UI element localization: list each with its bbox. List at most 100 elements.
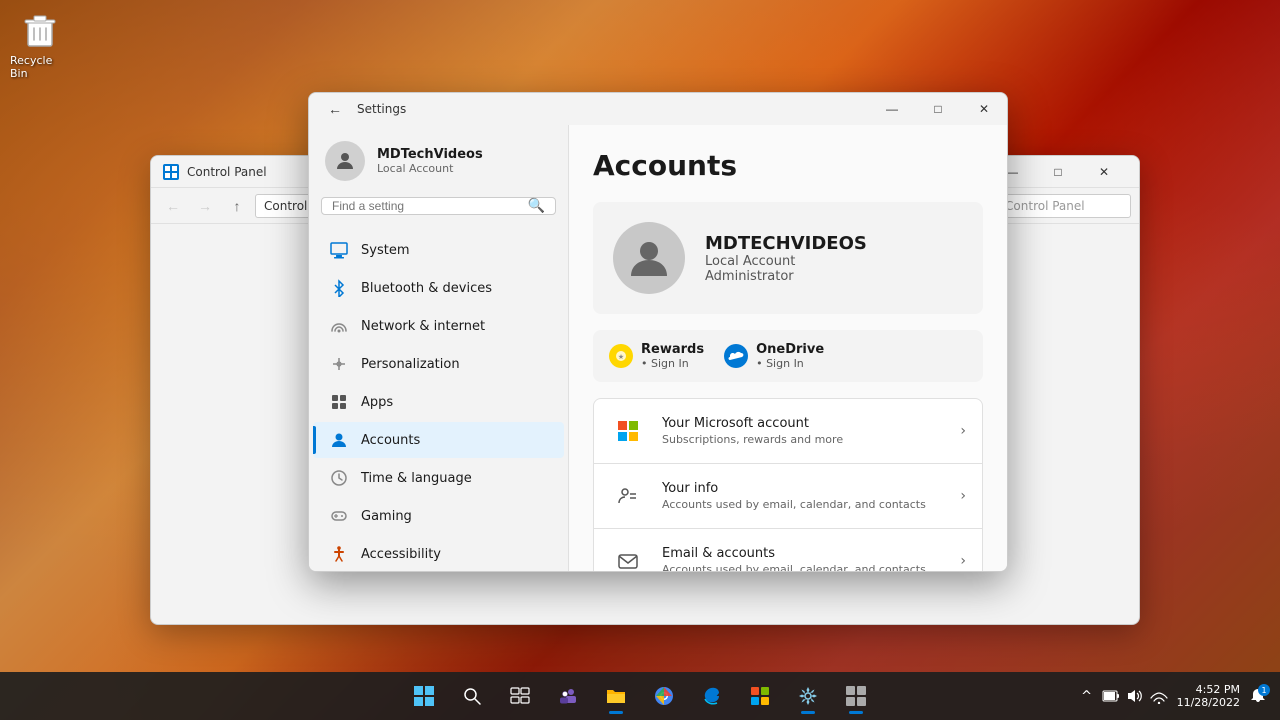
onedrive-service[interactable]: OneDrive Sign In xyxy=(724,342,824,370)
recycle-bin-label: Recycle Bin xyxy=(10,54,70,80)
gaming-icon xyxy=(329,506,349,526)
cp-forward-button[interactable]: → xyxy=(191,192,219,220)
settings-taskbar-button[interactable] xyxy=(786,674,830,718)
taskbar-search-button[interactable] xyxy=(450,674,494,718)
edge-button[interactable] xyxy=(690,674,734,718)
cp-maximize-button[interactable]: □ xyxy=(1035,156,1081,188)
main-content: Accounts MDTECHVIDEOS Local Account Admi… xyxy=(569,125,1007,571)
sidebar-search[interactable]: 🔍 xyxy=(321,197,556,215)
onedrive-action: Sign In xyxy=(756,357,824,370)
sidebar-item-apps[interactable]: Apps xyxy=(313,384,564,420)
time-display: 4:52 PM xyxy=(1177,683,1240,696)
email-accounts-chevron: › xyxy=(960,553,966,569)
sidebar-item-bluetooth[interactable]: Bluetooth & devices xyxy=(313,270,564,306)
taskbar-right: ^ xyxy=(1077,683,1268,709)
sidebar-item-label-accessibility: Accessibility xyxy=(361,547,441,562)
recycle-bin[interactable]: Recycle Bin xyxy=(10,10,70,80)
your-info-subtitle: Accounts used by email, calendar, and co… xyxy=(662,498,944,511)
tray-expand-icon[interactable]: ^ xyxy=(1077,686,1097,706)
services-row: ★ Rewards Sign In xyxy=(593,330,983,382)
bluetooth-icon xyxy=(329,278,349,298)
sidebar-item-time[interactable]: Time & language xyxy=(313,460,564,496)
notification-button[interactable]: 1 xyxy=(1248,686,1268,706)
email-accounts-item[interactable]: Email & accounts Accounts used by email,… xyxy=(593,528,983,571)
sidebar-item-label-personalization: Personalization xyxy=(361,357,460,372)
email-accounts-icon xyxy=(610,543,646,571)
settings-close-button[interactable]: ✕ xyxy=(961,93,1007,125)
microsoft-account-title: Your Microsoft account xyxy=(662,416,944,431)
svg-text:★: ★ xyxy=(618,353,624,361)
settings-maximize-button[interactable]: □ xyxy=(915,93,961,125)
taskbar-time[interactable]: 4:52 PM 11/28/2022 xyxy=(1177,683,1240,709)
your-info-text: Your info Accounts used by email, calend… xyxy=(662,481,944,511)
sidebar-item-label-bluetooth: Bluetooth & devices xyxy=(361,281,492,296)
settings-back-button[interactable]: ← xyxy=(321,95,349,123)
taskview-button[interactable] xyxy=(498,674,542,718)
sidebar-avatar xyxy=(325,141,365,181)
teams-button[interactable] xyxy=(546,674,590,718)
sidebar-item-network[interactable]: Network & internet xyxy=(313,308,564,344)
accessibility-icon xyxy=(329,544,349,564)
settings-list: Your Microsoft account Subscriptions, re… xyxy=(593,398,983,571)
search-icon: 🔍 xyxy=(528,198,545,214)
sidebar-item-label-time: Time & language xyxy=(361,471,472,486)
sidebar-item-accounts[interactable]: Accounts xyxy=(313,422,564,458)
microsoft-account-subtitle: Subscriptions, rewards and more xyxy=(662,433,944,446)
onedrive-icon xyxy=(724,344,748,368)
microsoft-account-item[interactable]: Your Microsoft account Subscriptions, re… xyxy=(593,398,983,463)
sidebar-user-info: MDTechVideos Local Account xyxy=(377,147,552,175)
page-title: Accounts xyxy=(593,149,983,182)
sidebar-item-gaming[interactable]: Gaming xyxy=(313,498,564,534)
onedrive-name: OneDrive xyxy=(756,342,824,357)
taskbar-center xyxy=(402,674,878,718)
time-icon xyxy=(329,468,349,488)
email-accounts-subtitle: Accounts used by email, calendar, and co… xyxy=(662,563,944,571)
settings-titlebar: ← Settings — □ ✕ xyxy=(309,93,1007,125)
sidebar-item-accessibility[interactable]: Accessibility xyxy=(313,536,564,571)
date-display: 11/28/2022 xyxy=(1177,696,1240,709)
network-tray-icon[interactable] xyxy=(1149,686,1169,706)
desktop: Recycle Bin Control Panel — □ ✕ ← → ↑ Co… xyxy=(0,0,1280,720)
email-accounts-text: Email & accounts Accounts used by email,… xyxy=(662,546,944,571)
file-explorer-button[interactable] xyxy=(594,674,638,718)
control-panel-taskbar-button[interactable] xyxy=(834,674,878,718)
cp-window-controls: — □ ✕ xyxy=(989,156,1127,188)
sidebar-item-label-network: Network & internet xyxy=(361,319,485,334)
rewards-icon: ★ xyxy=(609,344,633,368)
onedrive-info: OneDrive Sign In xyxy=(756,342,824,370)
volume-icon[interactable] xyxy=(1125,686,1145,706)
sidebar-user-name: MDTechVideos xyxy=(377,147,552,162)
chrome-button[interactable] xyxy=(642,674,686,718)
start-button[interactable] xyxy=(402,674,446,718)
search-input[interactable] xyxy=(332,199,520,213)
battery-icon[interactable] xyxy=(1101,686,1121,706)
your-info-item[interactable]: Your info Accounts used by email, calend… xyxy=(593,463,983,528)
sidebar-user-profile[interactable]: MDTechVideos Local Account xyxy=(309,125,568,193)
account-name: MDTECHVIDEOS xyxy=(705,233,867,254)
sidebar-item-label-system: System xyxy=(361,243,409,258)
network-icon xyxy=(329,316,349,336)
cp-close-button[interactable]: ✕ xyxy=(1081,156,1127,188)
accounts-icon xyxy=(329,430,349,450)
settings-sidebar: MDTechVideos Local Account 🔍 xyxy=(309,125,569,571)
personalization-icon xyxy=(329,354,349,374)
rewards-info: Rewards Sign In xyxy=(641,342,704,370)
email-accounts-title: Email & accounts xyxy=(662,546,944,561)
microsoft-account-chevron: › xyxy=(960,423,966,439)
settings-body: MDTechVideos Local Account 🔍 xyxy=(309,125,1007,571)
rewards-service[interactable]: ★ Rewards Sign In xyxy=(609,342,704,370)
cp-icon xyxy=(163,164,179,180)
settings-window: ← Settings — □ ✕ xyxy=(308,92,1008,572)
cp-up-button[interactable]: ↑ xyxy=(223,192,251,220)
notification-badge: 1 xyxy=(1258,684,1270,696)
sidebar-item-personalization[interactable]: Personalization xyxy=(313,346,564,382)
sidebar-item-system[interactable]: System xyxy=(313,232,564,268)
store-button[interactable] xyxy=(738,674,782,718)
account-type: Local Account xyxy=(705,254,867,269)
account-role: Administrator xyxy=(705,269,867,284)
settings-title: Settings xyxy=(357,102,406,116)
sys-tray: ^ xyxy=(1077,686,1169,706)
cp-back-button[interactable]: ← xyxy=(159,192,187,220)
main-avatar xyxy=(613,222,685,294)
settings-minimize-button[interactable]: — xyxy=(869,93,915,125)
